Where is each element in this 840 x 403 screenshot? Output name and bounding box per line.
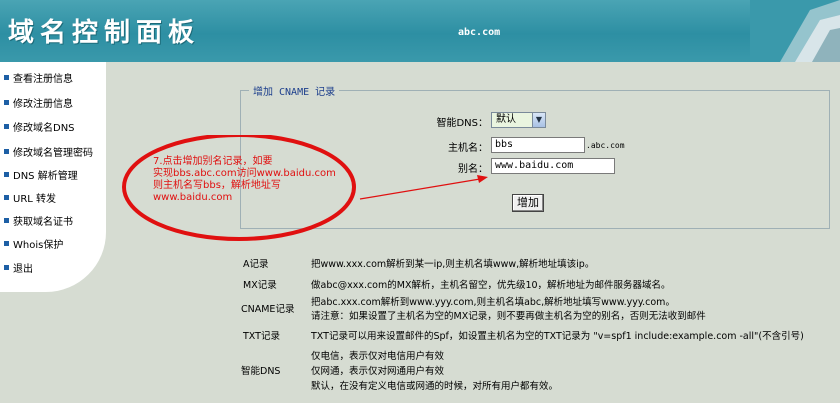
dns-select[interactable]: 默认 ▼ [491, 112, 546, 128]
bullet-icon [4, 123, 9, 129]
bullet-icon [4, 240, 9, 246]
info-text-smartdns-2: 仅网通，表示仅对网通用户有效 [311, 366, 445, 377]
annotation-line: 7.点击增加别名记录，如要 [153, 156, 273, 167]
form-legend: 增加 CNAME 记录 [253, 87, 336, 98]
dns-select-value: 默认 [496, 114, 516, 125]
info-text-cname-1: 把abc.xxx.com解析到www.yyy.com,则主机名填abc,解析地址… [311, 297, 675, 308]
sidebar-item-label: 退出 [13, 263, 33, 275]
arrow-head-icon [477, 175, 488, 183]
decorative-graphic-icon [750, 0, 840, 62]
bullet-icon [4, 264, 9, 270]
bullet-icon [4, 171, 9, 177]
sidebar-item-url-forwarding[interactable]: URL 转发 [4, 190, 57, 205]
sidebar-item-edit-registration[interactable]: 修改注册信息 [4, 95, 73, 110]
bullet-icon [4, 74, 9, 80]
info-label-txt: TXT记录 [243, 331, 280, 342]
host-suffix: .abc.com [586, 141, 625, 150]
info-text-smartdns-3: 默认，在没有定义电信或网通的时候，对所有用户都有效。 [311, 381, 559, 392]
sidebar-item-certificate[interactable]: 获取域名证书 [4, 213, 73, 228]
sidebar-item-label: 修改注册信息 [13, 98, 73, 110]
sidebar-item-edit-password[interactable]: 修改域名管理密码 [4, 144, 93, 159]
annotation-line: www.baidu.com [153, 192, 233, 203]
sidebar-item-whois-protection[interactable]: Whois保护 [4, 236, 64, 251]
info-label-mx: MX记录 [243, 280, 277, 291]
page-title: 域名控制面板 [8, 18, 201, 48]
annotation-line: 实现bbs.abc.com访问www.baidu.com [153, 168, 336, 179]
sidebar-item-label: URL 转发 [13, 193, 57, 205]
annotation-line: 则主机名写bbs，解析地址写 [153, 180, 281, 191]
sidebar-item-view-registration[interactable]: 查看注册信息 [4, 70, 73, 85]
sidebar-item-label: 获取域名证书 [13, 216, 73, 228]
info-text-a: 把www.xxx.com解析到某一ip,则主机名填www,解析地址填该ip。 [311, 259, 595, 270]
info-text-smartdns-1: 仅电信，表示仅对电信用户有效 [311, 351, 445, 362]
header-banner: 域名控制面板 abc.com [0, 0, 840, 62]
info-label-smartdns: 智能DNS [241, 366, 281, 377]
info-text-txt: TXT记录可以用来设置邮件的Spf，如设置主机名为空的TXT记录为 "v=spf… [311, 331, 804, 342]
info-label-cname: CNAME记录 [241, 304, 295, 315]
sidebar-item-label: 查看注册信息 [13, 73, 73, 85]
info-label-a: A记录 [243, 259, 269, 270]
info-text-cname-2: 请注意：如果设置了主机名为空的MX记录，则不要再做主机名为空的别名，否则无法收到… [311, 311, 706, 322]
sidebar-item-label: Whois保护 [13, 239, 64, 251]
sidebar-item-logout[interactable]: 退出 [4, 260, 33, 275]
add-button[interactable]: 增加 [512, 194, 544, 212]
annotation-arrow [359, 178, 481, 200]
dns-label: 智能DNS： [436, 118, 488, 129]
alias-input[interactable]: www.baidu.com [491, 158, 615, 174]
bullet-icon [4, 99, 9, 105]
annotation-text: 7.点击增加别名记录，如要 实现bbs.abc.com访问www.baidu.c… [153, 156, 353, 204]
bullet-icon [4, 194, 9, 200]
sidebar-item-dns-management[interactable]: DNS 解析管理 [4, 167, 78, 182]
sidebar-item-label: DNS 解析管理 [13, 170, 78, 182]
header-domain: abc.com [458, 27, 501, 38]
sidebar-item-label: 修改域名管理密码 [13, 147, 93, 159]
sidebar: 查看注册信息 修改注册信息 修改域名DNS 修改域名管理密码 DNS 解析管理 … [0, 62, 106, 292]
bullet-icon [4, 148, 9, 154]
sidebar-item-edit-dns[interactable]: 修改域名DNS [4, 119, 75, 134]
sidebar-item-label: 修改域名DNS [13, 122, 75, 134]
bullet-icon [4, 217, 9, 223]
host-input[interactable]: bbs [491, 137, 585, 153]
chevron-down-icon[interactable]: ▼ [532, 113, 545, 127]
info-text-mx: 做abc@xxx.com的MX解析，主机名留空，优先级10，解析地址为邮件服务器… [311, 280, 671, 291]
